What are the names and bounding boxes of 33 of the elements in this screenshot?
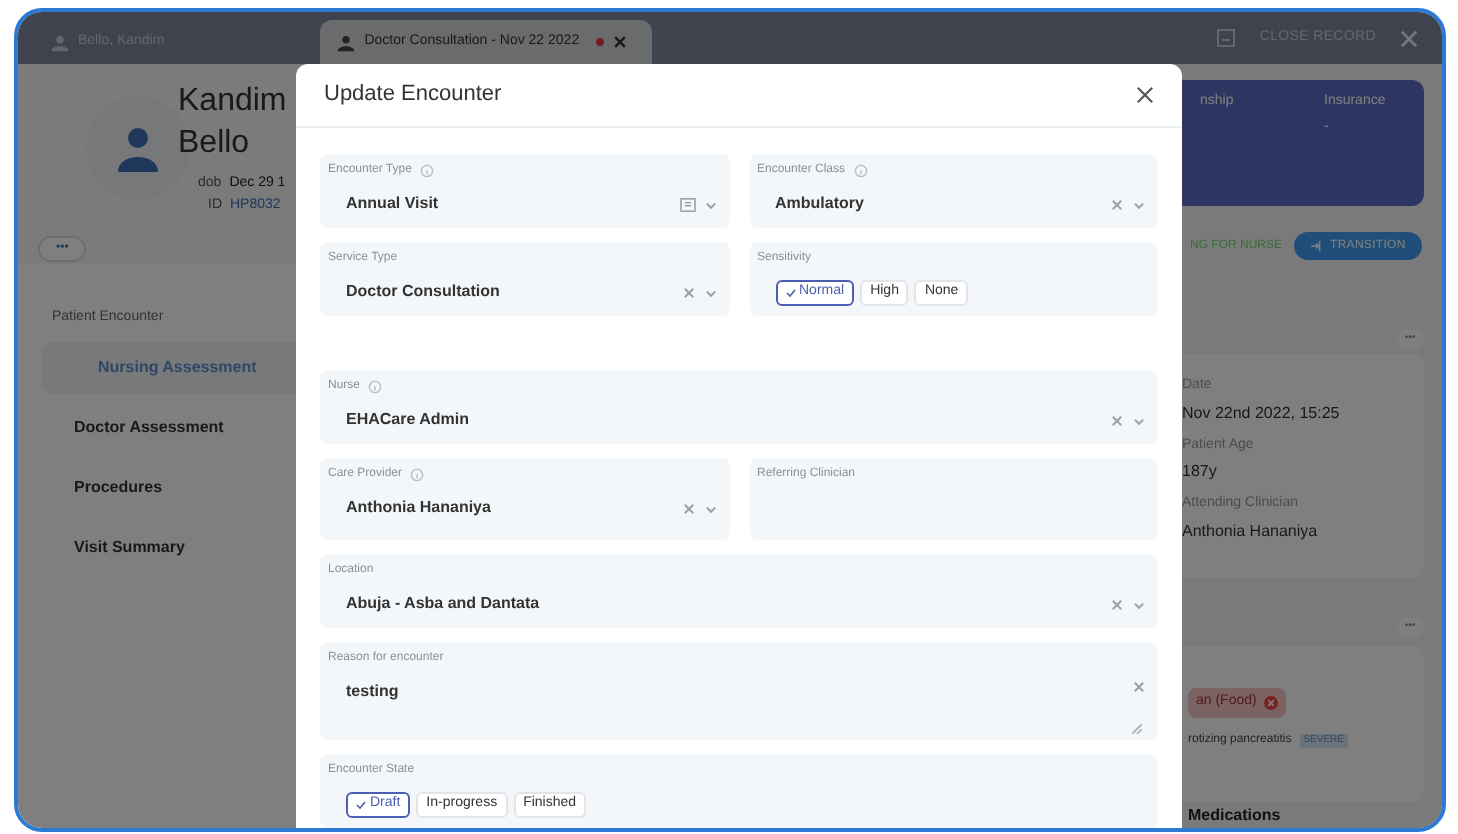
- minimize-icon: [1215, 28, 1236, 48]
- select-field[interactable]: EHACare Admin: [328, 396, 1150, 444]
- select-field[interactable]: Doctor Consultation: [328, 268, 721, 316]
- chevron-down-icon: [703, 501, 717, 515]
- sidebar-item[interactable]: Doctor Assessment: [18, 401, 298, 453]
- chevron-down-icon: [703, 285, 717, 299]
- select-field[interactable]: Annual Visit: [328, 180, 721, 228]
- select-field[interactable]: Ambulatory: [757, 180, 1150, 228]
- enter-icon: [1310, 240, 1322, 252]
- close-button[interactable]: [1136, 86, 1154, 104]
- person-icon: [336, 33, 357, 51]
- text-area[interactable]: testing: [328, 668, 1150, 740]
- select-field[interactable]: Anthonia Hananiya: [328, 484, 721, 532]
- field-value: 187y: [1182, 460, 1219, 484]
- check-icon: [356, 799, 366, 809]
- field-value: Nov 22nd 2022, 15:25: [1182, 401, 1342, 425]
- chevron-down-icon: [1132, 597, 1146, 611]
- select-field[interactable]: Abuja - Asba and Dantata: [328, 580, 1150, 628]
- person-icon: [50, 33, 70, 51]
- close-icon: [1400, 29, 1418, 47]
- chevron-down-icon: [703, 197, 717, 211]
- resize-handle-icon: [1132, 724, 1142, 734]
- sidebar-item[interactable]: Visit Summary: [18, 521, 298, 573]
- section-title: Medications: [1188, 804, 1281, 828]
- patient-last-name: Bello: [178, 124, 252, 164]
- check-icon: [785, 287, 795, 297]
- chevron-down-icon: [1132, 413, 1146, 427]
- patient-first-name: Kandim: [178, 82, 287, 122]
- sidebar-item[interactable]: Procedures: [18, 461, 298, 513]
- remove-icon: [1264, 696, 1279, 710]
- chevron-down-icon: [1132, 197, 1146, 211]
- field-value: Anthonia Hananiya: [1182, 519, 1320, 543]
- dialog-title: Update Encounter: [324, 80, 502, 111]
